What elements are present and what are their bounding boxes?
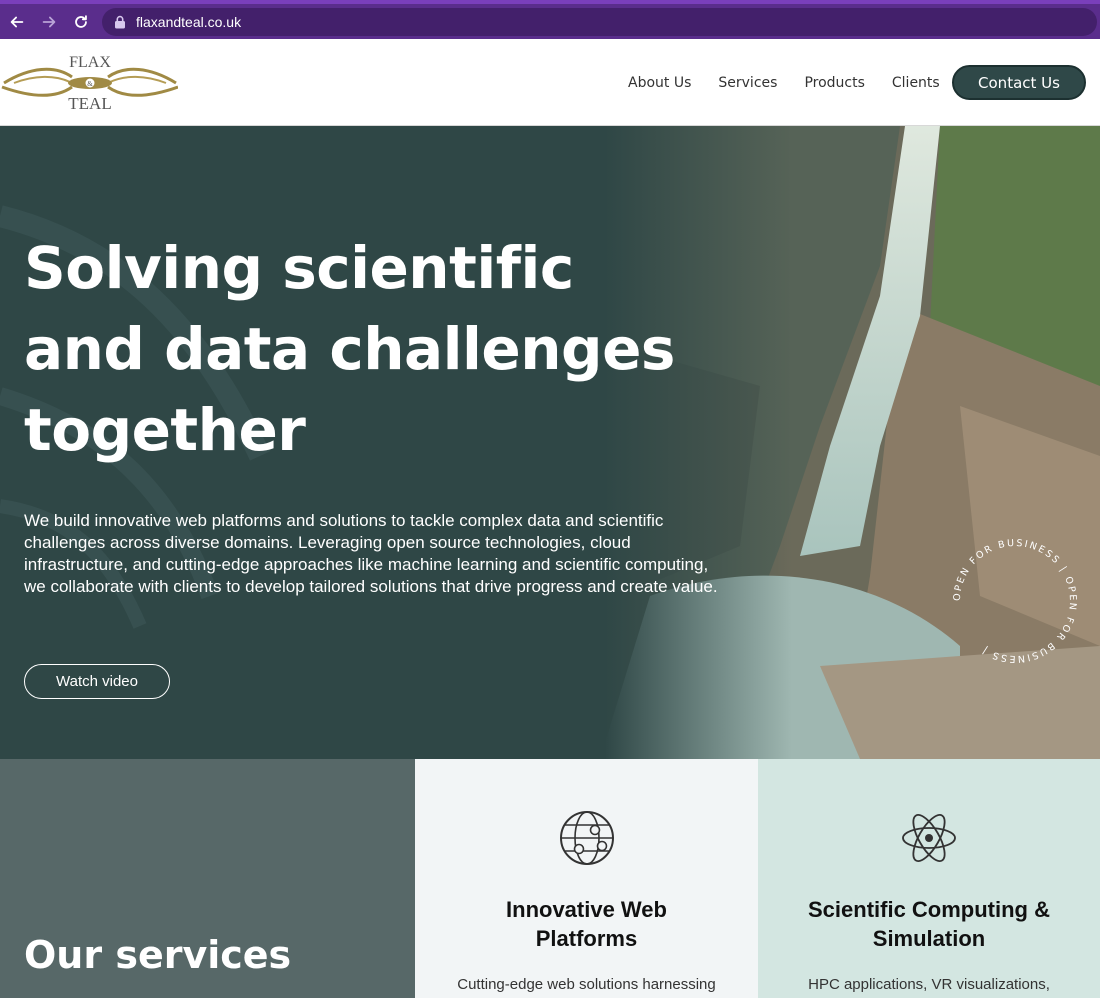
url-text: flaxandteal.co.uk [136,13,242,30]
nav-products[interactable]: Products [804,75,864,91]
atom-icon [902,814,956,862]
service-card-title-line: Innovative Web [506,897,667,922]
open-for-business-badge: OPEN FOR BUSINESS | OPEN FOR BUSINESS | [952,538,1078,664]
service-card-web-platforms[interactable]: Innovative Web Platforms Cutting-edge we… [415,759,758,998]
hero-title-line: Solving scientific [24,234,574,302]
forward-arrow-icon [42,16,56,27]
badge-text: OPEN FOR BUSINESS | OPEN FOR BUSINESS | [952,538,1076,664]
logo-text-teal: TEAL [68,94,111,113]
flax-and-teal-logo[interactable]: FLAX & TEAL [0,47,178,115]
logo-text-flax: FLAX [69,54,111,71]
reload-button[interactable] [66,7,96,37]
hero-description: We build innovative web platforms and so… [24,511,718,596]
contact-us-button[interactable]: Contact Us [952,65,1086,100]
nav-about-us[interactable]: About Us [628,75,691,91]
back-button[interactable] [2,7,32,37]
nav-clients[interactable]: Clients [892,75,940,91]
forward-button[interactable] [34,7,64,37]
service-card-title-line: Scientific Computing & [808,897,1050,922]
service-card-title-line: Platforms [535,926,638,951]
logo-text-ampersand: & [87,80,93,88]
services-title: Our services [24,933,292,977]
globe-network-icon [559,811,614,865]
site-header: FLAX & TEAL About Us Services Products C… [0,39,1100,126]
service-card-text: Cutting-edge web solutions harnessing [457,976,716,993]
service-card-title-line: Simulation [872,926,986,951]
services-intro: Our services [0,759,415,998]
main-nav: About Us Services Products Clients [628,39,967,126]
watch-video-button[interactable]: Watch video [24,664,170,699]
browser-toolbar: flaxandteal.co.uk [0,0,1100,39]
lock-icon [115,15,125,28]
service-card-title: Innovative Web Platforms [415,895,758,953]
reload-icon [75,14,87,28]
service-card-text: HPC applications, VR visualizations, [808,976,1050,993]
hero-title-line: together [24,396,306,464]
address-bar[interactable]: flaxandteal.co.uk [102,7,1097,36]
hero-section: Solving scientific and data challenges t… [0,126,1100,759]
service-card-title: Scientific Computing & Simulation [758,895,1100,953]
hero-title-line: and data challenges [24,315,675,383]
back-arrow-icon [10,16,24,27]
svg-text:OPEN FOR BUSINESS | OPEN FOR B: OPEN FOR BUSINESS | OPEN FOR BUSINESS | [952,538,1078,664]
hero-title: Solving scientific and data challenges t… [24,228,675,471]
nav-services[interactable]: Services [718,75,777,91]
service-card-scientific-computing[interactable]: Scientific Computing & Simulation HPC ap… [758,759,1100,998]
